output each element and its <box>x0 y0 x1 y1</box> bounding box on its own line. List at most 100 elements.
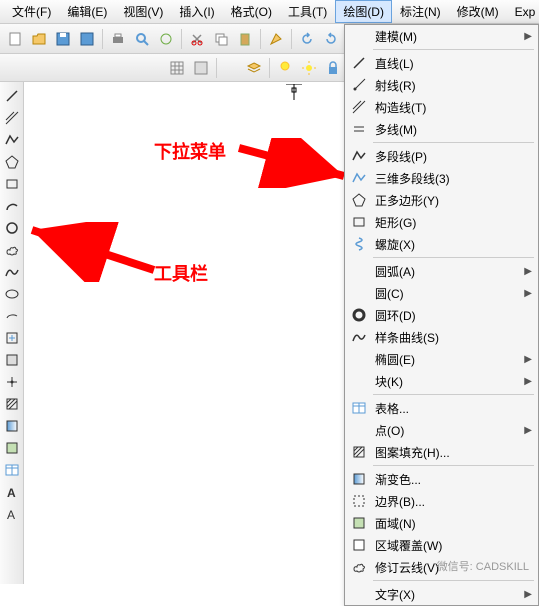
menu-item-ray[interactable]: 射线(R) <box>345 74 538 96</box>
menu-item-label: 螺旋(X) <box>375 236 415 253</box>
menu-item-label: 边界(B)... <box>375 493 425 510</box>
circle-tool-icon[interactable] <box>2 218 22 238</box>
submenu-arrow-icon: ▶ <box>524 425 532 436</box>
menu-item-圆(C)[interactable]: 圆(C) ▶ <box>345 282 538 304</box>
new-icon[interactable] <box>4 28 26 50</box>
submenu-arrow-icon: ▶ <box>524 31 532 42</box>
menu-item-donut[interactable]: 圆环(D) <box>345 304 538 326</box>
copy-icon[interactable] <box>210 28 232 50</box>
menu-修改[interactable]: 修改(M) <box>449 0 507 23</box>
menu-item-label: 矩形(G) <box>375 214 416 231</box>
submenu-arrow-icon: ▶ <box>524 288 532 299</box>
mline-icon <box>351 121 367 137</box>
menu-item-文字(X)[interactable]: 文字(X)▶ <box>345 583 538 605</box>
ray-icon <box>351 77 367 93</box>
menu-插入[interactable]: 插入(I) <box>171 0 222 23</box>
menu-item-椭圆(E)[interactable]: 椭圆(E)▶ <box>345 348 538 370</box>
helix-icon <box>351 236 367 252</box>
line-tool-icon[interactable] <box>2 86 22 106</box>
menu-item-boundary[interactable]: 边界(B)... <box>345 490 538 512</box>
menu-item-label: 多线(M) <box>375 121 417 138</box>
xline-tool-icon[interactable] <box>2 108 22 128</box>
menu-item-label: 射线(R) <box>375 77 416 94</box>
menu-item-点(O)[interactable]: 点(O)▶ <box>345 419 538 441</box>
gradient-tool-icon[interactable] <box>2 416 22 436</box>
menu-item-圆弧(A)[interactable]: 圆弧(A)▶ <box>345 260 538 282</box>
menu-item-label: 构造线(T) <box>375 99 426 116</box>
menu-item-xline[interactable]: 构造线(T) <box>345 96 538 118</box>
menu-item-3dpoly[interactable]: 三维多段线(3) <box>345 167 538 189</box>
point-tool-icon[interactable] <box>2 372 22 392</box>
menu-item-gradient[interactable]: 渐变色... <box>345 468 538 490</box>
menu-item-rect[interactable]: 矩形(G) <box>345 211 538 233</box>
insert-tool-icon[interactable] <box>2 328 22 348</box>
polygon-tool-icon[interactable] <box>2 152 22 172</box>
menu-编辑[interactable]: 编辑(E) <box>59 0 115 23</box>
revcloud-tool-icon[interactable] <box>2 240 22 260</box>
menu-文件[interactable]: 文件(F) <box>4 0 59 23</box>
spline-tool-icon[interactable] <box>2 262 22 282</box>
menu-item-label: 样条曲线(S) <box>375 329 439 346</box>
menu-item-wipeout[interactable]: 区域覆盖(W) <box>345 534 538 556</box>
print-icon[interactable] <box>107 28 129 50</box>
block-tool-icon[interactable] <box>2 350 22 370</box>
saveas-icon[interactable] <box>76 28 98 50</box>
text2-tool-icon[interactable]: A <box>2 504 22 524</box>
save-icon[interactable] <box>52 28 74 50</box>
annotation-dropdown: 下拉菜单 <box>154 138 226 164</box>
region-tool-icon[interactable] <box>2 438 22 458</box>
sun-icon[interactable] <box>298 57 320 79</box>
menu-item-region[interactable]: 面域(N) <box>345 512 538 534</box>
mtext-tool-icon[interactable]: A <box>2 482 22 502</box>
menu-item-line[interactable]: 直线(L) <box>345 52 538 74</box>
grid-icon[interactable] <box>166 57 188 79</box>
svg-text:A: A <box>7 486 16 500</box>
menu-item-块(K)[interactable]: 块(K)▶ <box>345 370 538 392</box>
menu-item-polygon[interactable]: 正多边形(Y) <box>345 189 538 211</box>
hatch-icon <box>351 444 367 460</box>
plot-icon[interactable] <box>155 28 177 50</box>
menu-item-label: 椭圆(E) <box>375 351 415 368</box>
menu-item-label: 图案填充(H)... <box>375 444 450 461</box>
menu-item-label: 渐变色... <box>375 471 421 488</box>
menu-item-hatch[interactable]: 图案填充(H)... <box>345 441 538 463</box>
bulb-icon[interactable] <box>274 57 296 79</box>
menu-item-helix[interactable]: 螺旋(X) <box>345 233 538 255</box>
rect-tool-icon[interactable] <box>2 174 22 194</box>
redo-icon[interactable] <box>320 28 342 50</box>
grid2-icon[interactable] <box>190 57 212 79</box>
arc-tool-icon[interactable] <box>2 196 22 216</box>
paste-icon[interactable] <box>234 28 256 50</box>
menu-exp[interactable]: Exp <box>507 2 539 22</box>
side-toolbar: AA <box>0 82 24 584</box>
region-icon <box>351 515 367 531</box>
ellipse-tool-icon[interactable] <box>2 284 22 304</box>
menu-item-label: 多段线(P) <box>375 148 427 165</box>
menu-item-label: 文字(X) <box>375 586 415 603</box>
menu-item-pline[interactable]: 多段线(P) <box>345 145 538 167</box>
menu-item-label: 修订云线(V) <box>375 559 439 576</box>
cut-icon[interactable] <box>186 28 208 50</box>
open-icon[interactable] <box>28 28 50 50</box>
table-tool-icon[interactable] <box>2 460 22 480</box>
menu-item-mline[interactable]: 多线(M) <box>345 118 538 140</box>
menu-标注[interactable]: 标注(N) <box>392 0 449 23</box>
menu-工具[interactable]: 工具(T) <box>280 0 335 23</box>
lock-icon[interactable] <box>322 57 344 79</box>
match-icon[interactable] <box>265 28 287 50</box>
menu-item-label: 区域覆盖(W) <box>375 537 442 554</box>
menu-格式[interactable]: 格式(O) <box>223 0 280 23</box>
layers-icon[interactable] <box>243 57 265 79</box>
earc-tool-icon[interactable] <box>2 306 22 326</box>
menu-item-label: 圆(C) <box>375 285 404 302</box>
hatch-tool-icon[interactable] <box>2 394 22 414</box>
menu-item-table[interactable]: 表格... <box>345 397 538 419</box>
menu-item-建模(M)[interactable]: 建模(M)▶ <box>345 25 538 47</box>
menu-item-label: 圆弧(A) <box>375 263 415 280</box>
menu-item-spline[interactable]: 样条曲线(S) <box>345 326 538 348</box>
preview-icon[interactable] <box>131 28 153 50</box>
menu-绘图[interactable]: 绘图(D) <box>335 0 392 23</box>
pline-tool-icon[interactable] <box>2 130 22 150</box>
undo-icon[interactable] <box>296 28 318 50</box>
menu-视图[interactable]: 视图(V) <box>115 0 171 23</box>
